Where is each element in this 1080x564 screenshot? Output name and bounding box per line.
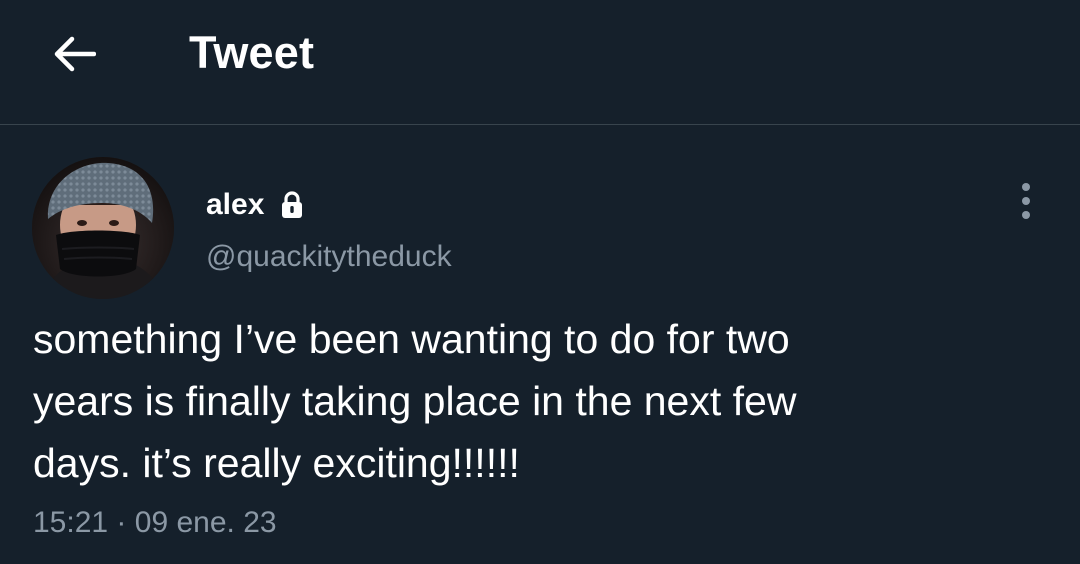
more-options-button[interactable] — [1004, 176, 1048, 226]
back-button[interactable] — [44, 24, 104, 84]
tweet-text: something I’ve been wanting to do for tw… — [33, 316, 797, 486]
arrow-left-icon — [54, 36, 96, 72]
tweet-date[interactable]: 09 ene. 23 — [135, 506, 277, 539]
top-bar: Tweet — [0, 0, 1080, 125]
more-vertical-icon — [1022, 183, 1030, 219]
author-name-row[interactable]: alex — [206, 186, 304, 224]
page-title: Tweet — [189, 27, 315, 78]
tweet-time[interactable]: 15:21 — [33, 506, 108, 539]
timestamp-separator: · — [116, 506, 127, 539]
avatar[interactable] — [32, 157, 174, 299]
profile-photo — [32, 157, 174, 299]
display-name[interactable]: alex — [206, 186, 264, 224]
tweet-timestamp[interactable]: 15:21 · 09 ene. 23 — [33, 503, 277, 543]
lock-icon — [282, 191, 303, 218]
user-handle[interactable]: @quackitytheduck — [206, 238, 452, 276]
